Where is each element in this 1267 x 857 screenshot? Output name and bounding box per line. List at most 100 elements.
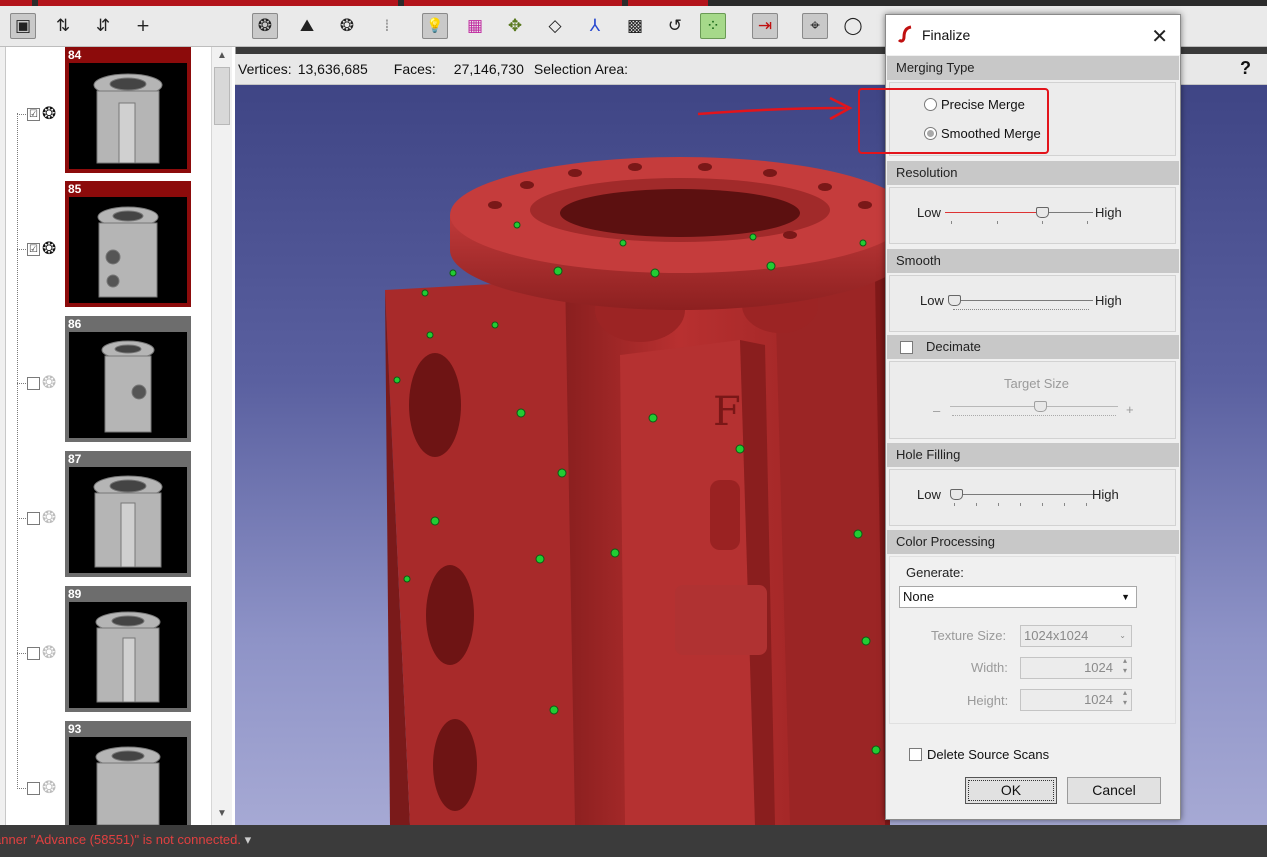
scan-number: 86: [68, 317, 82, 331]
axes-icon: ⅄: [589, 16, 601, 36]
dialog-titlebar[interactable]: Finalize ✕: [886, 15, 1180, 55]
decimate-checkbox[interactable]: [900, 340, 913, 354]
resolution-header: Resolution: [887, 161, 1179, 185]
light-icon: 💡: [426, 18, 444, 34]
add-button[interactable]: +: [130, 13, 156, 39]
dropdown-arrow-icon[interactable]: ▾: [245, 832, 252, 847]
cancel-button[interactable]: Cancel: [1067, 777, 1161, 804]
scan-controls: ❂: [17, 373, 56, 393]
width-spinbox[interactable]: 1024 ▴ ▾: [1020, 656, 1132, 679]
generate-label: Generate:: [906, 565, 964, 580]
target-size-slider-handle[interactable]: [1034, 401, 1047, 412]
scan-number: 89: [68, 587, 82, 601]
sort-descending-button[interactable]: ⇵: [90, 13, 116, 39]
points-icon: ⁞: [384, 16, 390, 36]
smooth-slider[interactable]: [948, 300, 1093, 301]
wireframe-view-button[interactable]: ❂: [334, 13, 360, 39]
scan-preview: [69, 737, 187, 825]
wheel-icon[interactable]: ❂: [42, 239, 56, 259]
close-icon[interactable]: ✕: [1151, 24, 1168, 48]
generate-select[interactable]: None ▼: [899, 586, 1137, 608]
smooth-ticks: [953, 309, 1089, 310]
scan-number: 85: [68, 182, 82, 196]
align-icon: ✥: [507, 16, 523, 36]
delete-source-scans-option[interactable]: Delete Source Scans: [909, 747, 1049, 762]
scan-visible-checkbox[interactable]: ☑: [27, 242, 40, 256]
delete-source-scans-checkbox[interactable]: [909, 748, 922, 761]
scan-thumbnail[interactable]: 89: [65, 586, 191, 712]
wheel-icon[interactable]: ❂: [42, 104, 56, 124]
scroll-down-icon[interactable]: ▼: [212, 805, 232, 823]
rotate-button[interactable]: ↺: [662, 13, 688, 39]
scan-preview: [69, 63, 187, 169]
scan-thumbnail[interactable]: 86: [65, 316, 191, 442]
pointer-button[interactable]: ⇥: [752, 13, 778, 39]
scan-list-scrollbar[interactable]: ▲ ▼: [211, 47, 232, 825]
texture-icon: ⛰: [299, 16, 315, 36]
scroll-thumb[interactable]: [214, 67, 230, 125]
app-logo-icon: [896, 25, 916, 45]
wheel-icon[interactable]: ❂: [42, 508, 56, 528]
sort-ascending-button[interactable]: ⇅: [50, 13, 76, 39]
scan-visible-checkbox[interactable]: [27, 781, 40, 795]
scan-visible-checkbox[interactable]: [27, 376, 40, 390]
scan-thumbnail[interactable]: 84: [65, 47, 191, 173]
wireframe-icon: ❂: [339, 16, 355, 36]
resolution-slider-handle[interactable]: [1036, 207, 1049, 218]
dialog-footer: Delete Source Scans OK Cancel: [887, 726, 1179, 818]
scan-thumbnail[interactable]: 93: [65, 721, 191, 825]
scan-visible-checkbox[interactable]: [27, 646, 40, 660]
scan-controls: ❂: [17, 643, 56, 663]
color-grid-icon: ▦: [466, 16, 484, 36]
scan-controls: ❂: [17, 508, 56, 528]
scan-thumbnail[interactable]: 87: [65, 451, 191, 577]
delete-source-scans-label: Delete Source Scans: [927, 747, 1050, 762]
align-button[interactable]: ✥: [502, 13, 528, 39]
circle-select-button[interactable]: ◯: [840, 13, 866, 39]
scan-number: 84: [68, 48, 82, 62]
lasso-button[interactable]: ⌖: [802, 13, 828, 39]
checker-button[interactable]: ▩: [622, 13, 648, 39]
spinner-icon[interactable]: ▴ ▾: [1123, 688, 1127, 708]
axes-button[interactable]: ⅄: [582, 13, 608, 39]
help-button[interactable]: ?: [1240, 58, 1251, 79]
wheel-icon[interactable]: ❂: [42, 373, 56, 393]
bounding-box-button[interactable]: ◇: [542, 13, 568, 39]
scan-preview: [69, 197, 187, 303]
annotation-arrow: [697, 96, 853, 121]
image-view-button[interactable]: ▣: [10, 13, 36, 39]
rotate-icon: ↺: [667, 16, 683, 36]
hole-filling-slider[interactable]: [950, 494, 1093, 495]
height-spinbox[interactable]: 1024 ▴ ▾: [1020, 688, 1132, 711]
smooth-header: Smooth: [887, 249, 1179, 273]
smooth-slider-handle[interactable]: [948, 295, 961, 306]
scan-controls: ❂: [17, 778, 56, 798]
texture-size-select[interactable]: 1024x1024 ⌄: [1020, 625, 1132, 647]
color-processing-header: Color Processing: [887, 530, 1179, 554]
circle-select-icon: ◯: [843, 16, 863, 36]
solid-view-button[interactable]: ❂: [252, 13, 278, 39]
scan-thumbnail[interactable]: 85: [65, 181, 191, 307]
sort-desc-icon: ⇵: [95, 16, 111, 36]
markers-button[interactable]: ⁘: [700, 13, 726, 39]
decimate-group: Target Size – +: [889, 361, 1176, 439]
color-processing-group: Generate: None ▼ Texture Size: 1024x1024…: [889, 556, 1176, 724]
hole-filling-slider-handle[interactable]: [950, 489, 963, 500]
hole-filling-low-label: Low: [917, 487, 941, 502]
wheel-icon[interactable]: ❂: [42, 778, 56, 798]
resolution-group: Low High: [889, 187, 1176, 244]
ok-button[interactable]: OK: [965, 777, 1057, 804]
color-grid-button[interactable]: ▦: [462, 13, 488, 39]
scan-preview: [69, 602, 187, 708]
scroll-up-icon[interactable]: ▲: [212, 47, 232, 65]
scan-visible-checkbox[interactable]: ☑: [27, 107, 40, 121]
target-size-plus: +: [1126, 402, 1134, 417]
panel-edge: [0, 47, 6, 825]
spinner-icon[interactable]: ▴ ▾: [1123, 656, 1127, 676]
resolution-ticks: [951, 221, 1088, 224]
light-button[interactable]: 💡: [422, 13, 448, 39]
scan-visible-checkbox[interactable]: [27, 511, 40, 525]
wheel-icon[interactable]: ❂: [42, 643, 56, 663]
texture-view-button[interactable]: ⛰: [294, 13, 320, 39]
points-view-button[interactable]: ⁞: [374, 13, 400, 39]
